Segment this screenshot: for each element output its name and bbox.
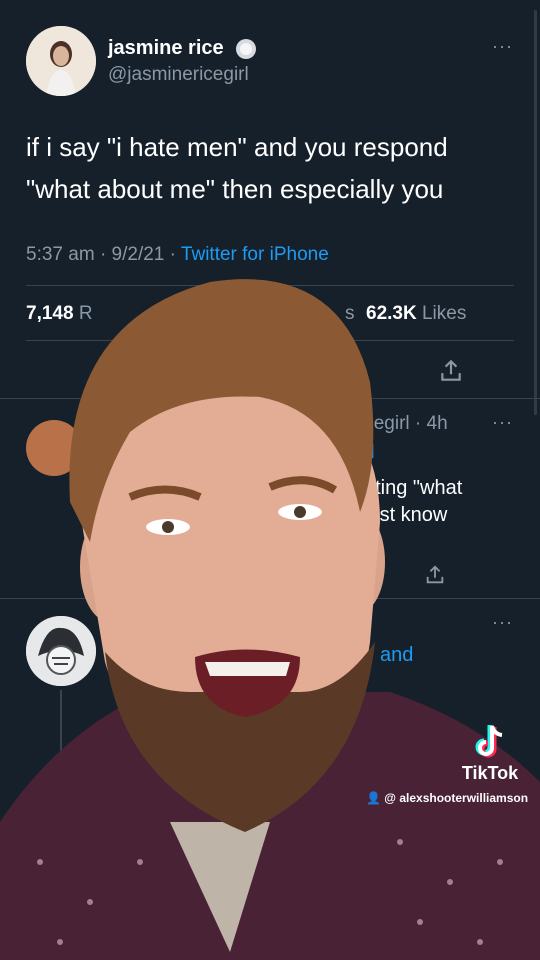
author-avatar[interactable] — [26, 26, 96, 96]
more-options-icon[interactable]: ··· — [492, 36, 513, 57]
verified-badge-icon — [236, 39, 256, 59]
author-name[interactable]: jasmine rice — [108, 37, 224, 60]
tiktok-brand: TikTok — [461, 763, 519, 783]
tiktok-logo-icon — [475, 725, 503, 758]
author-handle[interactable]: @jasminericegirl — [108, 64, 249, 86]
tiktok-username-text: @ alexshooterwilliamson — [384, 791, 529, 805]
tiktok-watermark: TikTok — [440, 722, 540, 784]
user-icon: 👤 — [366, 791, 381, 805]
tweet-text-line-2: "what about me" then especially you — [26, 174, 444, 204]
tweet-text-line-1: if i say "i hate men" and you respond — [26, 132, 448, 162]
tiktok-username: 👤 @ alexshooterwilliamson — [366, 791, 528, 805]
avatar-photo — [26, 26, 96, 96]
person-overlay — [0, 279, 540, 960]
